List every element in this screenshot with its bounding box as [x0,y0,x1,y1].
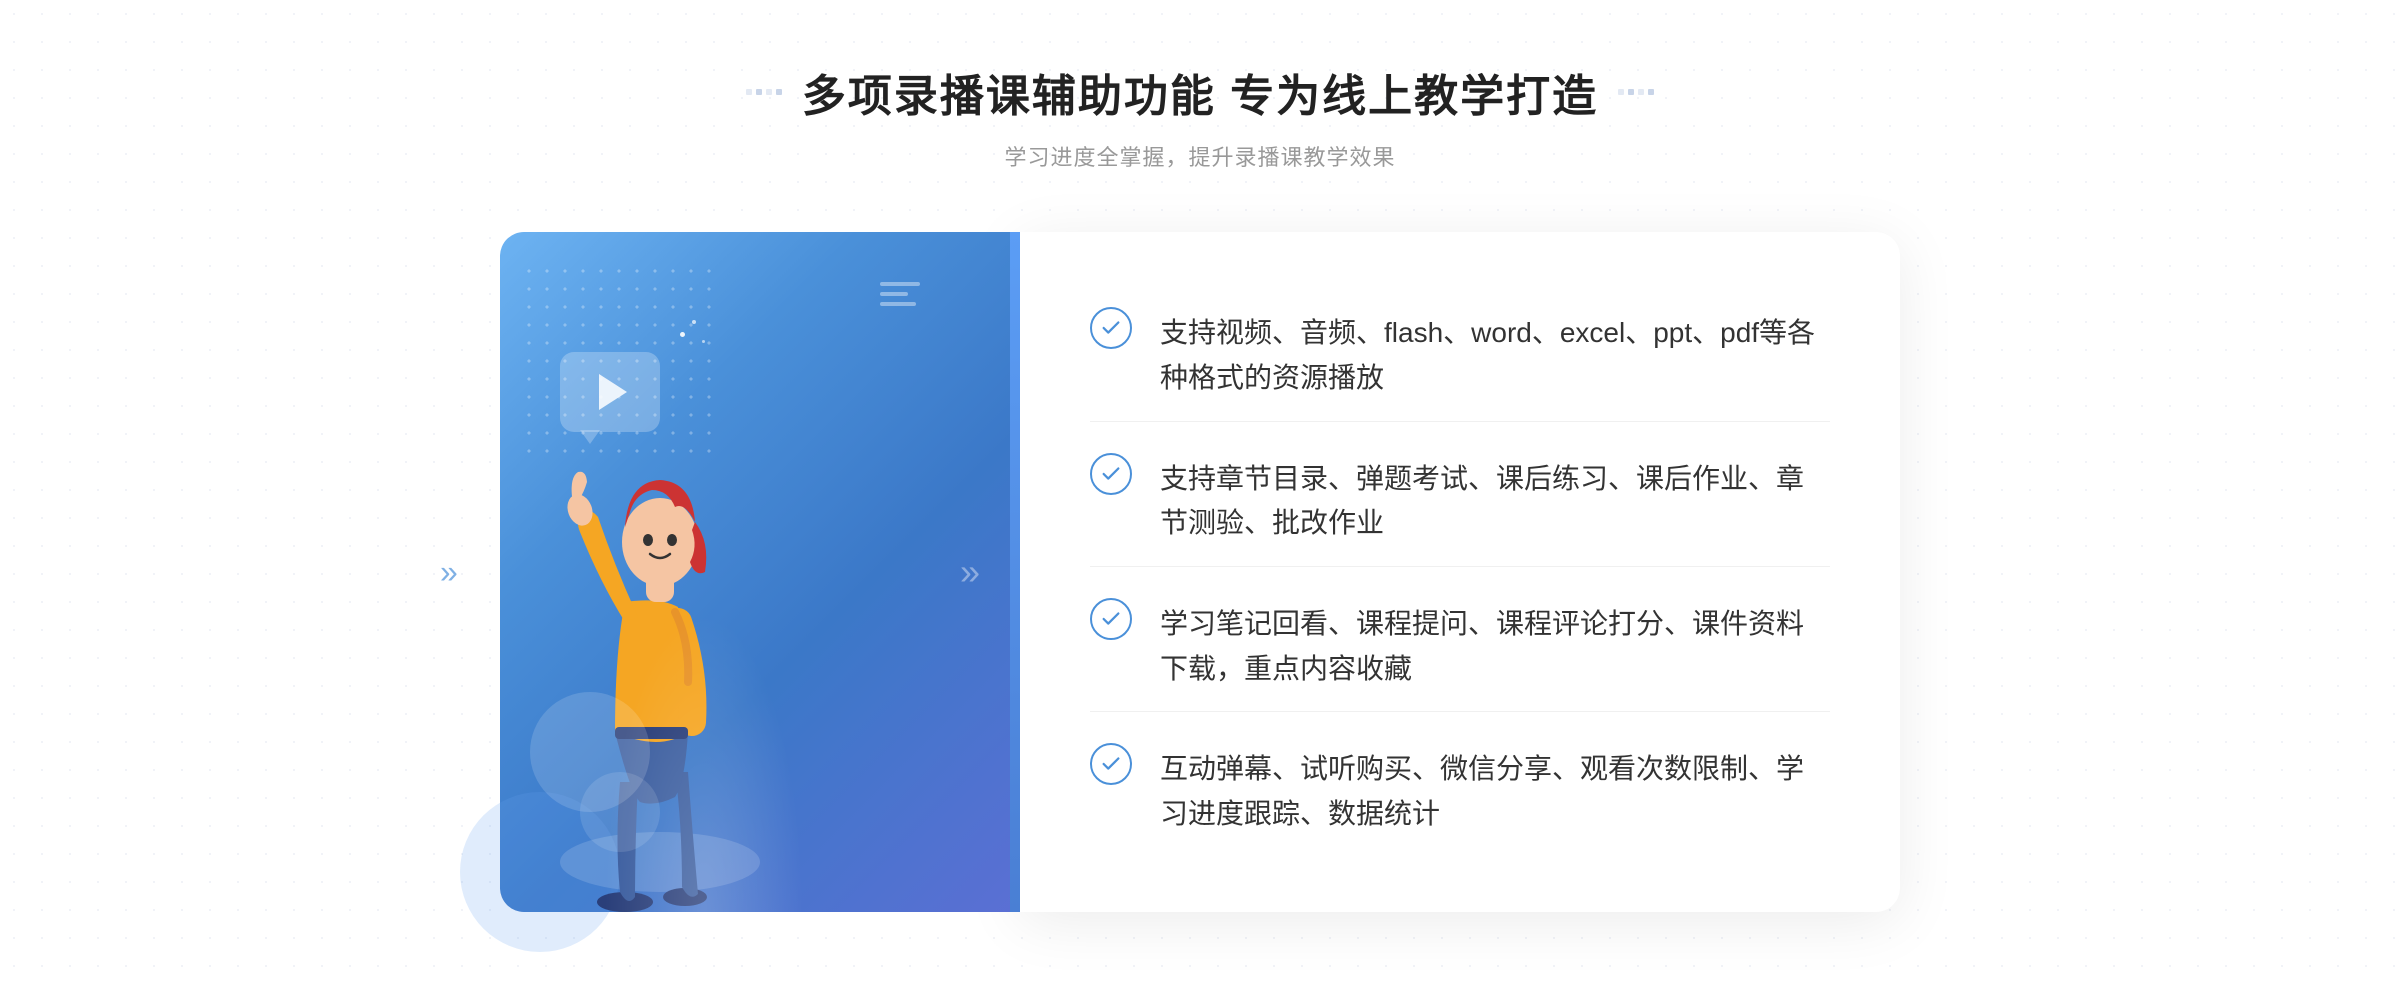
feature-item-4: 互动弹幕、试听购买、微信分享、观看次数限制、学习进度跟踪、数据统计 [1090,723,1830,857]
feature-text-4: 互动弹幕、试听购买、微信分享、观看次数限制、学习进度跟踪、数据统计 [1160,743,1830,837]
deco-lines [880,282,920,312]
feature-text-1: 支持视频、音频、flash、word、excel、ppt、pdf等各种格式的资源… [1160,307,1830,401]
title-decoration-left [746,89,782,95]
content-panel: 支持视频、音频、flash、word、excel、ppt、pdf等各种格式的资源… [1020,232,1900,912]
illustration-panel: » » [500,232,1020,912]
title-row: 多项录播课辅助功能 专为线上教学打造 [746,60,1654,124]
check-icon-2 [1090,453,1132,495]
arrow-left-icon: » [440,554,458,591]
check-icon-3 [1090,598,1132,640]
check-icon-1 [1090,307,1132,349]
page-title: 多项录播课辅助功能 专为线上教学打造 [802,60,1598,124]
play-button-area [560,352,660,432]
feature-text-2: 支持章节目录、弹题考试、课后练习、课后作业、章节测验、批改作业 [1160,453,1830,547]
play-icon [599,374,627,410]
play-bubble [560,352,660,432]
main-content: » » [500,232,1900,912]
header-section: 多项录播课辅助功能 专为线上教学打造 学习进度全掌握，提升录播课教学效果 [746,60,1654,172]
page-subtitle: 学习进度全掌握，提升录播课教学效果 [746,140,1654,172]
arrows-illustration-icon: » [960,551,980,593]
blue-vertical-bar [1010,232,1020,912]
feature-item-2: 支持章节目录、弹题考试、课后练习、课后作业、章节测验、批改作业 [1090,433,1830,568]
illus-circle-2 [580,772,660,852]
feature-text-3: 学习笔记回看、课程提问、课程评论打分、课件资料下载，重点内容收藏 [1160,598,1830,692]
feature-item-1: 支持视频、音频、flash、word、excel、ppt、pdf等各种格式的资源… [1090,287,1830,422]
check-icon-4 [1090,743,1132,785]
feature-item-3: 学习笔记回看、课程提问、课程评论打分、课件资料下载，重点内容收藏 [1090,578,1830,713]
title-decoration-right [1618,89,1654,95]
page-container: 多项录播课辅助功能 专为线上教学打造 学习进度全掌握，提升录播课教学效果 » [0,0,2400,992]
